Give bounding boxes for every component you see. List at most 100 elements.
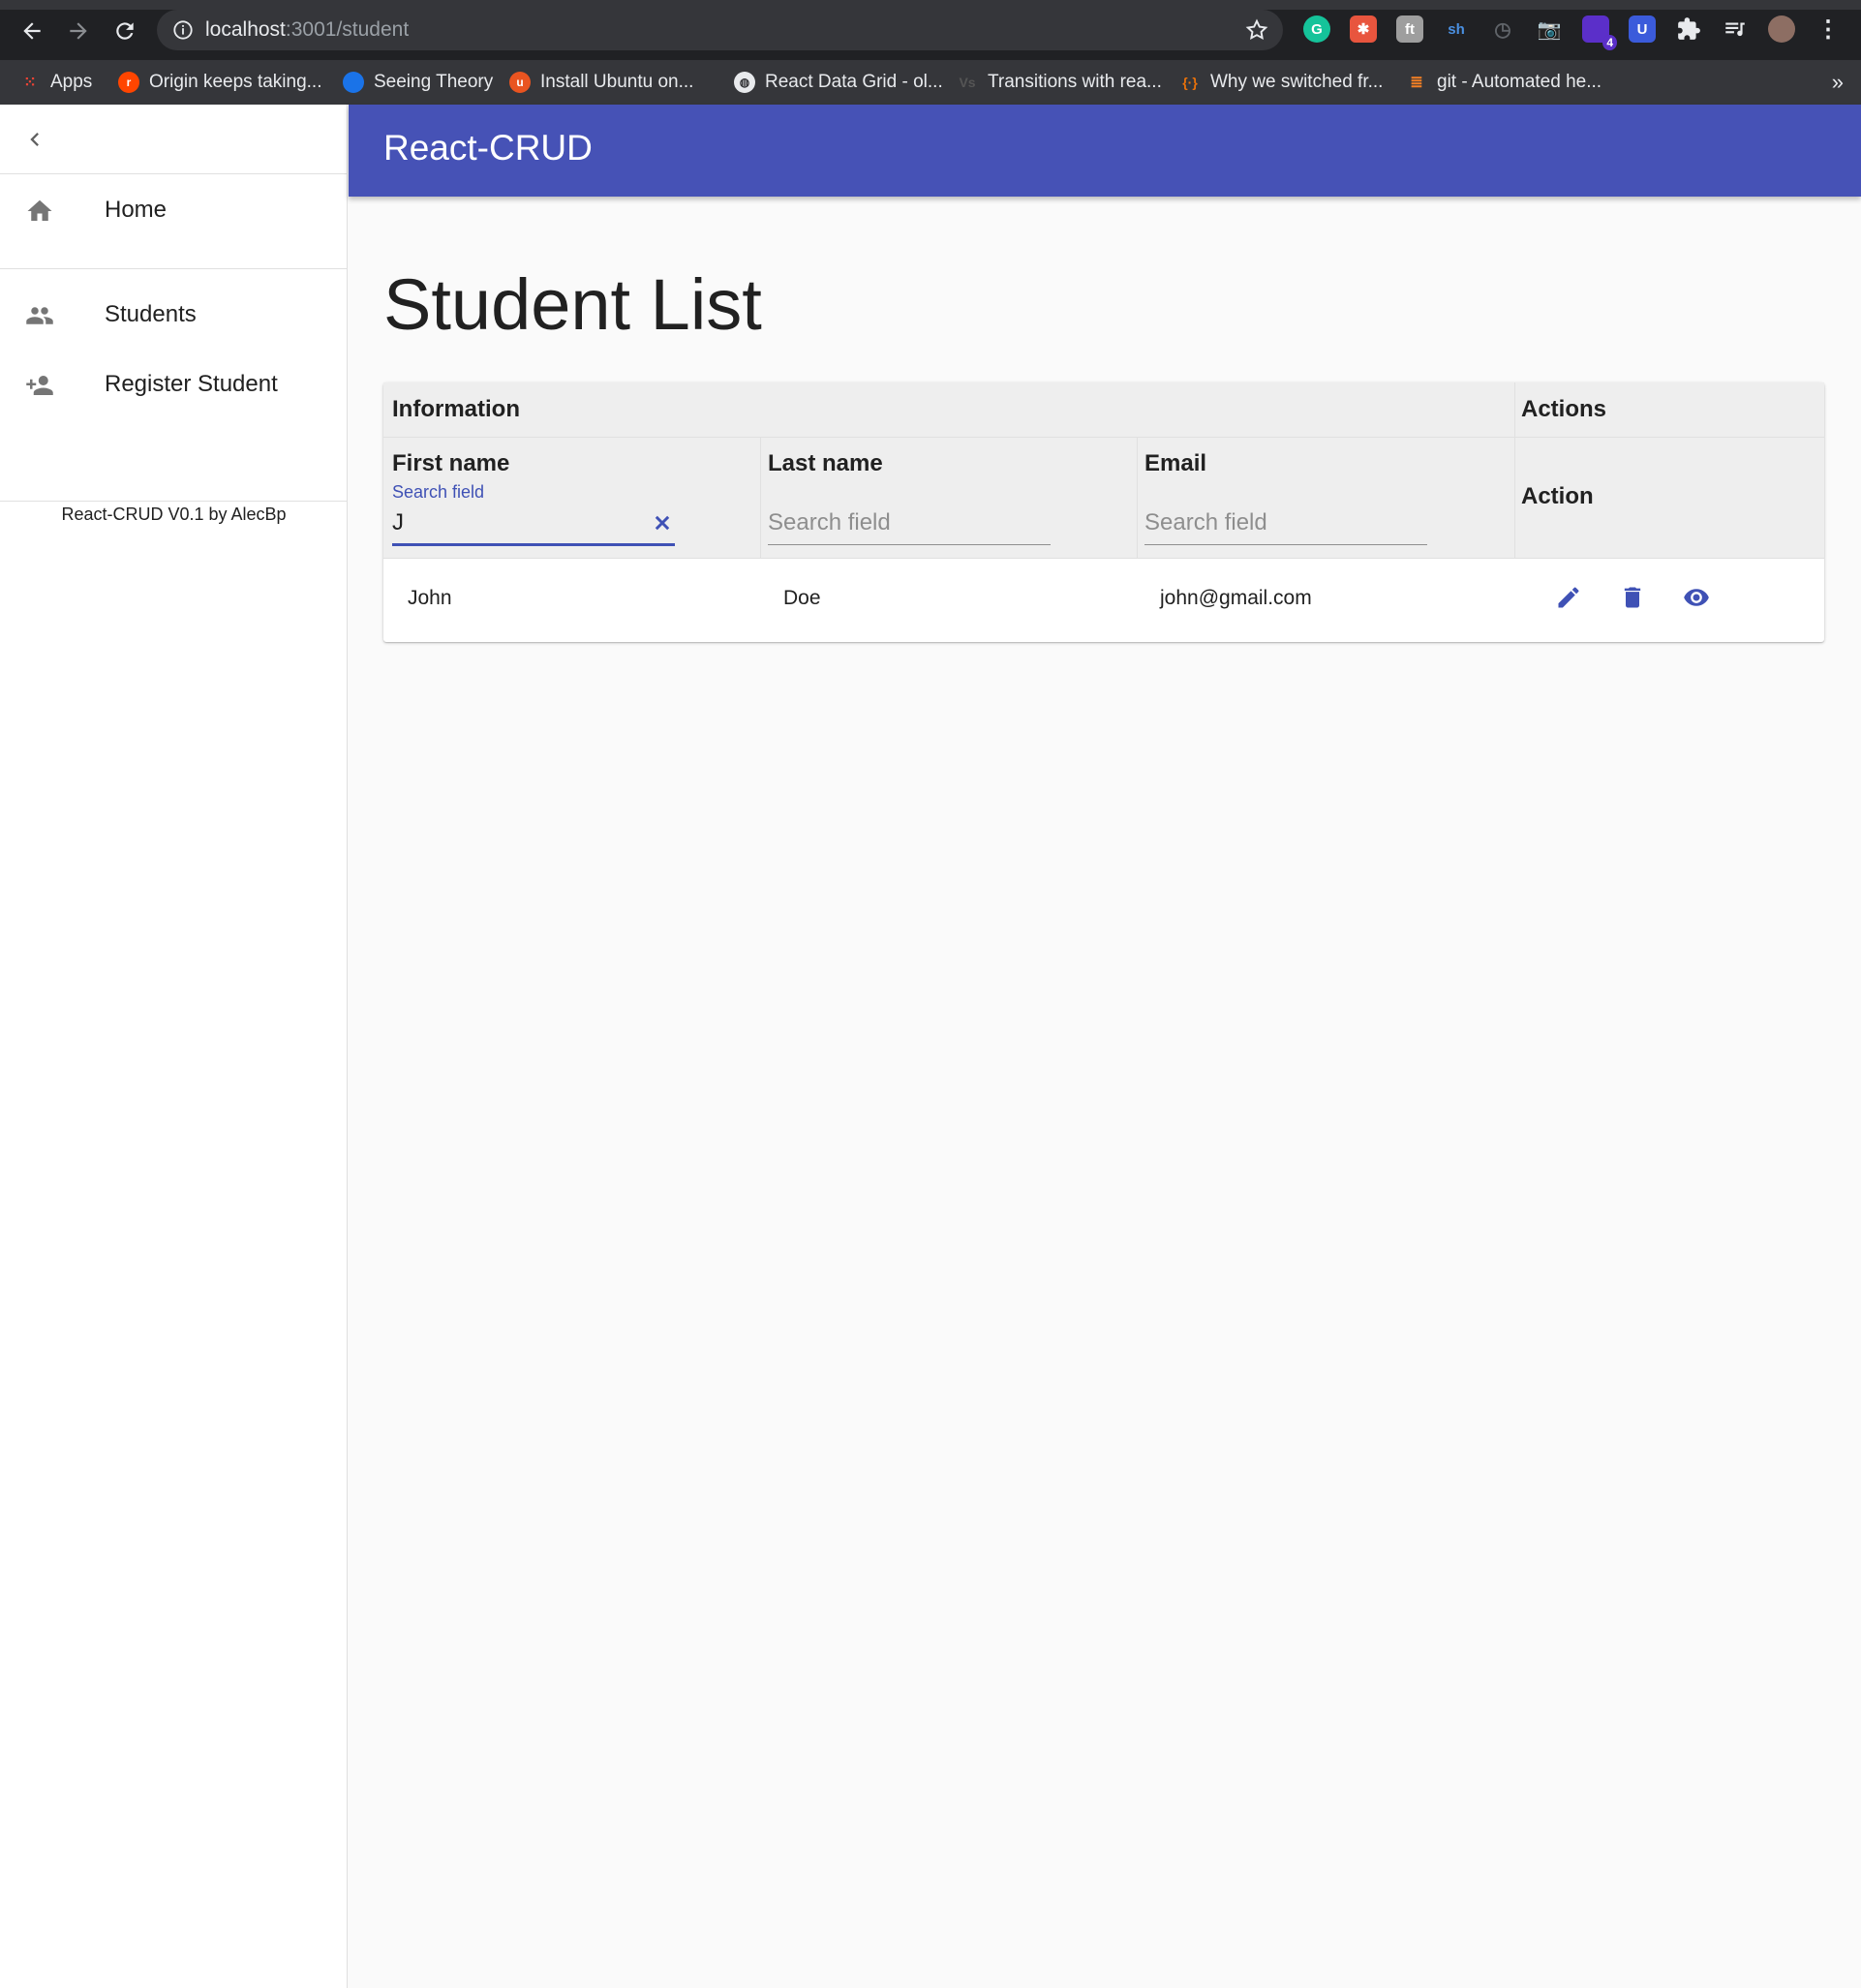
vs-icon: Vs: [959, 75, 976, 90]
people-icon: [26, 307, 53, 324]
app-title: React-CRUD: [383, 128, 593, 168]
divider: [0, 501, 348, 502]
view-button[interactable]: [1680, 581, 1713, 614]
cell-email: john@gmail.com: [1160, 587, 1312, 609]
sidebar: Home Students Register Student React-CRU…: [0, 105, 348, 1988]
delete-button[interactable]: [1616, 581, 1649, 614]
person-add-icon: [26, 376, 53, 395]
chevron-left-icon[interactable]: [21, 126, 48, 153]
bookmark-label: Transitions with rea...: [988, 72, 1162, 92]
search-field-label: Search field: [392, 482, 485, 502]
reload-icon: [116, 22, 134, 40]
more-vert-icon[interactable]: ⋮: [1815, 15, 1842, 43]
column-divider: [1137, 438, 1138, 558]
bookmark-apps[interactable]: ⁙ Apps: [19, 60, 92, 105]
bookmarks-overflow-icon[interactable]: »: [1832, 70, 1844, 95]
clock-extension-icon[interactable]: ◷: [1489, 15, 1516, 43]
sidebar-item-home[interactable]: Home: [0, 175, 348, 245]
extension-purple-icon[interactable]: 4: [1582, 15, 1617, 50]
bookmark-label: Apps: [50, 72, 93, 92]
bookmark-item[interactable]: u Install Ubuntu on...: [509, 60, 693, 105]
bookmark-item[interactable]: r Origin keeps taking...: [118, 60, 321, 105]
bookmark-label: React Data Grid - ol...: [765, 72, 943, 92]
page-title: Student List: [383, 264, 762, 345]
sh-extension-icon[interactable]: sh: [1443, 15, 1470, 43]
last-name-filter[interactable]: [768, 506, 1051, 545]
back-button[interactable]: [15, 15, 48, 47]
sidebar-item-label: Home: [105, 197, 168, 223]
circle-icon: [343, 72, 364, 93]
bookmark-label: Seeing Theory: [374, 72, 494, 92]
info-icon[interactable]: [172, 19, 194, 41]
column-divider: [760, 438, 761, 558]
extension-blue-shield-icon[interactable]: U: [1629, 15, 1656, 43]
apps-grid-icon: ⁙: [23, 75, 37, 91]
bookmark-label: Origin keeps taking...: [149, 72, 322, 92]
sidebar-item-students[interactable]: Students: [0, 280, 348, 350]
app-bar: React-CRUD: [349, 105, 1861, 197]
extensions-puzzle-icon: [1678, 17, 1700, 40]
column-header-last-name[interactable]: Last name: [768, 450, 883, 477]
trash-icon: [1624, 587, 1641, 608]
stackoverflow-icon: ≣: [1410, 75, 1423, 91]
extension-red-icon[interactable]: ✱: [1350, 15, 1377, 43]
clear-icon[interactable]: [652, 512, 673, 534]
email-search-input[interactable]: [1144, 506, 1427, 539]
last-name-search-input[interactable]: [768, 506, 1051, 539]
globe-icon: ◍: [734, 72, 755, 93]
bookmark-item[interactable]: Seeing Theory: [343, 60, 493, 105]
bookmark-label: Why we switched fr...: [1210, 72, 1384, 92]
home-icon: [27, 199, 52, 221]
column-header-action: Action: [1521, 483, 1594, 509]
group-header-actions: Actions: [1521, 396, 1607, 422]
column-header-first-name[interactable]: First name: [392, 450, 509, 477]
bookmark-item[interactable]: ◍ React Data Grid - ol...: [734, 60, 943, 105]
bookmarks-bar: ⁙ Apps r Origin keeps taking... Seeing T…: [0, 60, 1861, 105]
email-filter[interactable]: [1144, 506, 1427, 545]
camera-icon[interactable]: 📷: [1536, 15, 1563, 43]
input-underline: [392, 543, 675, 546]
edit-pencil-icon: [1558, 587, 1579, 608]
group-header-information: Information: [392, 396, 520, 422]
forward-button[interactable]: [62, 15, 95, 47]
tabstrip-edge: [0, 0, 1861, 10]
bookmark-label: git - Automated he...: [1437, 72, 1602, 92]
cell-first-name: John: [408, 587, 452, 609]
cell-last-name: Doe: [783, 587, 821, 609]
reload-button[interactable]: [108, 15, 141, 47]
eye-icon: [1684, 589, 1709, 606]
extension-gray-icon[interactable]: ft: [1396, 15, 1423, 43]
first-name-search-input[interactable]: [392, 506, 675, 539]
drawer-header: [0, 105, 348, 174]
braces-icon: {·}: [1182, 75, 1198, 90]
bookmark-label: Install Ubuntu on...: [540, 72, 694, 92]
sidebar-item-register-student[interactable]: Register Student: [0, 350, 348, 419]
bookmark-item[interactable]: {·} Why we switched fr...: [1179, 60, 1383, 105]
browser-toolbar: localhost:3001/student G ✱ ft sh ◷ 📷 4 U…: [0, 0, 1861, 60]
header-bottom-divider: [383, 558, 1824, 559]
bookmark-item[interactable]: Vs Transitions with rea...: [957, 60, 1162, 105]
version-footer: React-CRUD V0.1 by AlecBp: [61, 505, 287, 524]
puzzle-icon[interactable]: [1675, 15, 1702, 43]
arrow-right-icon: [70, 22, 87, 40]
input-underline: [1144, 544, 1427, 545]
address-bar[interactable]: localhost:3001/student: [157, 10, 1283, 50]
bookmark-star-icon[interactable]: [1244, 17, 1269, 43]
input-underline: [768, 544, 1051, 545]
profile-avatar[interactable]: [1768, 15, 1795, 43]
grammarly-icon[interactable]: G: [1303, 15, 1330, 43]
bookmark-item[interactable]: ≣ git - Automated he...: [1406, 60, 1602, 105]
extension-badge: 4: [1602, 35, 1617, 50]
url-text[interactable]: localhost:3001/student: [205, 18, 409, 42]
sidebar-item-label: Students: [105, 301, 197, 327]
header-divider: [383, 437, 1824, 438]
divider: [0, 268, 348, 269]
student-table: Information Actions First name Last name…: [383, 382, 1824, 642]
edit-button[interactable]: [1552, 581, 1585, 614]
sidebar-item-label: Register Student: [105, 371, 278, 397]
first-name-filter[interactable]: [392, 506, 675, 546]
column-divider: [1514, 382, 1515, 558]
column-header-email[interactable]: Email: [1144, 450, 1206, 477]
arrow-left-icon: [23, 22, 41, 40]
media-queue-icon[interactable]: [1722, 15, 1749, 43]
